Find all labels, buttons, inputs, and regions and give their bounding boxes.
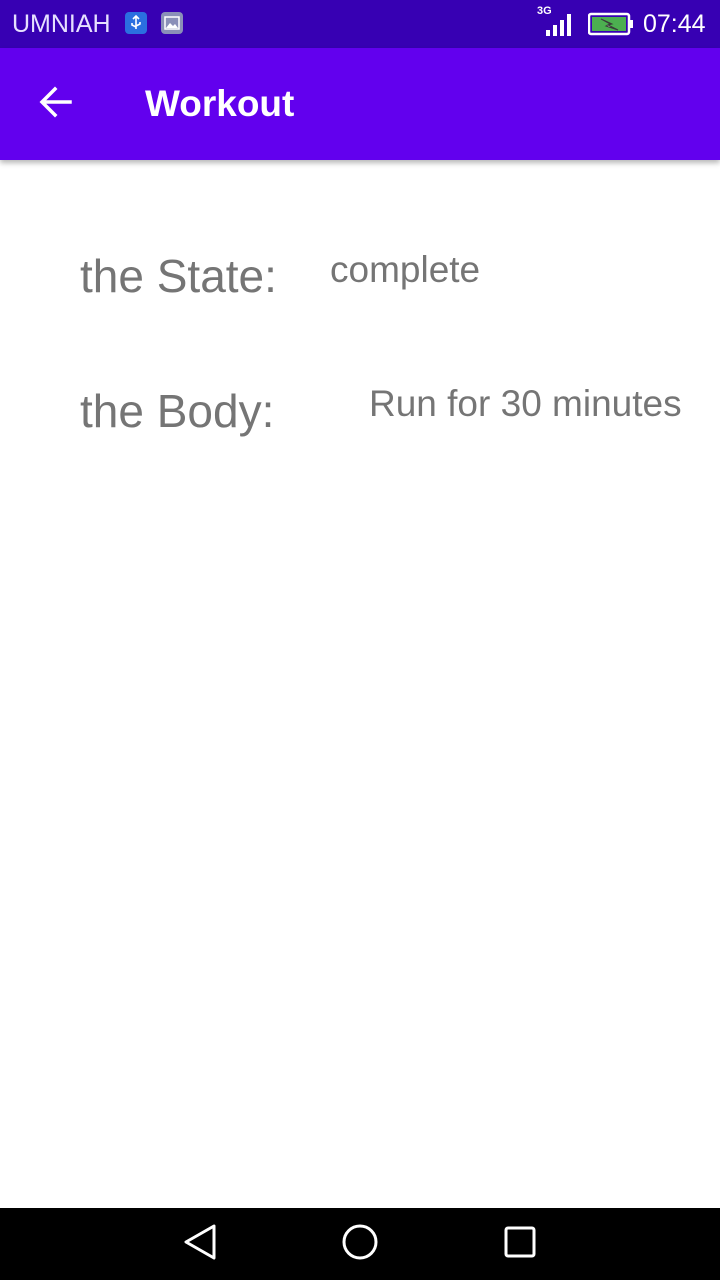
battery-charging-icon <box>587 12 634 41</box>
body-value: Run for 30 minutes <box>369 383 682 424</box>
body-label: the Body: <box>80 385 275 437</box>
navigation-bar <box>0 1208 720 1280</box>
usb-icon <box>125 12 147 34</box>
status-bar: UMNIAH 3G 07:44 <box>0 0 720 48</box>
state-label: the State: <box>80 250 277 302</box>
clock: 07:44 <box>643 10 706 38</box>
app-bar: Workout <box>0 48 720 160</box>
screen: UMNIAH 3G 07:44 Workout the State: compl… <box>0 0 720 1280</box>
nav-back-icon <box>180 1222 220 1267</box>
signal-icon <box>546 12 578 41</box>
arrow-left-icon <box>38 84 74 125</box>
nav-back-button[interactable] <box>180 1224 220 1264</box>
nav-recents-button[interactable] <box>500 1224 540 1264</box>
nav-home-icon <box>340 1222 380 1267</box>
page-title: Workout <box>145 83 295 124</box>
nav-home-button[interactable] <box>340 1224 380 1264</box>
state-value: complete <box>330 249 481 290</box>
nav-recents-icon <box>500 1222 540 1267</box>
back-button[interactable] <box>24 72 88 136</box>
workout-details: the State: complete the Body: Run for 30… <box>0 160 720 1208</box>
carrier-name: UMNIAH <box>12 10 111 38</box>
image-icon <box>161 12 183 34</box>
